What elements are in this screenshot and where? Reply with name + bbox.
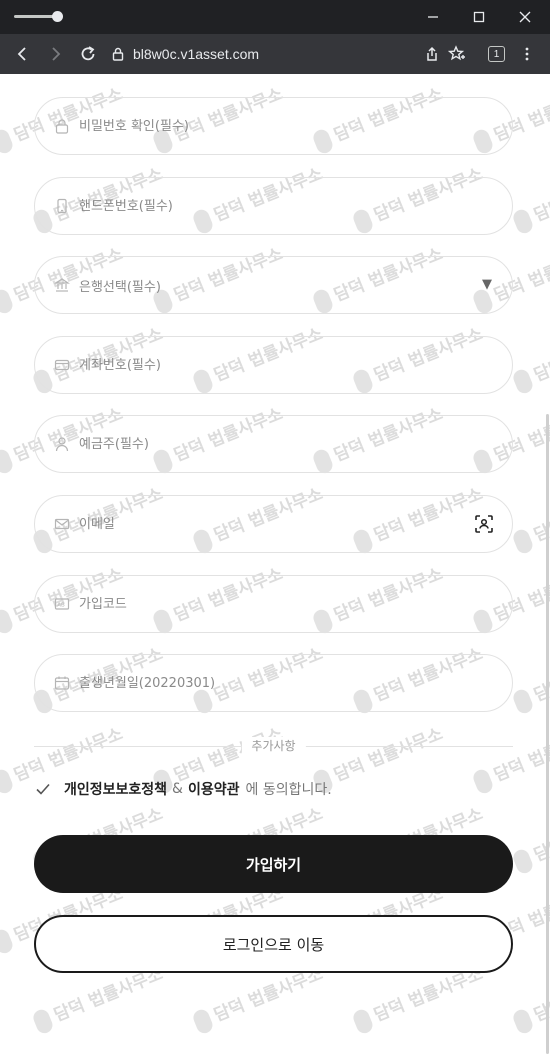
watermark-text: 담덕 법률사무소: [371, 964, 486, 1026]
watermark-seal-icon: [0, 767, 15, 796]
additional-section-divider: 추가사항: [34, 736, 513, 756]
bank-select[interactable]: 은행선택(필수) ▼: [34, 256, 513, 314]
watermark: 담덕 법률사무소: [510, 479, 550, 556]
signup-code-field[interactable]: AB: [34, 575, 513, 633]
mail-icon: [53, 515, 71, 533]
watermark: 담덕 법률사무소: [510, 959, 550, 1036]
watermark-seal-icon: [511, 1007, 535, 1036]
watermark-text: 담덕 법률사무소: [531, 164, 550, 226]
divider-label: 추가사항: [241, 737, 306, 754]
watermark-seal-icon: [191, 1007, 215, 1036]
watermark-seal-icon: [511, 207, 535, 236]
star-icon: [448, 45, 465, 61]
watermark-text: 담덕 법률사무소: [51, 964, 166, 1026]
triangle-down-icon: ▼: [482, 277, 492, 292]
close-icon: [519, 11, 531, 23]
watermark: 담덕 법률사무소: [510, 319, 550, 396]
email-input[interactable]: [79, 496, 479, 552]
minimize-button[interactable]: [410, 0, 456, 34]
card-icon: [53, 356, 71, 374]
page-scrollbar[interactable]: [546, 414, 549, 1054]
page-viewport: 담덕 법률사무소 담덕 법률사무소 담덕 법률사무소 담덕 법률사무소 담덕 법률사무소…: [0, 74, 550, 1061]
close-window-button[interactable]: [502, 0, 548, 34]
watermark: 담덕 법률사무소: [510, 159, 550, 236]
agreement-and: &: [172, 781, 183, 797]
face-scan-icon: [475, 515, 493, 533]
watermark-seal-icon: [511, 687, 535, 716]
back-button[interactable]: [6, 34, 40, 74]
watermark-seal-icon: [0, 287, 15, 316]
maximize-button[interactable]: [456, 0, 502, 34]
bank-select-value: 은행선택(필수): [79, 280, 161, 295]
signup-code-input[interactable]: [79, 576, 479, 632]
lock-icon: [53, 117, 71, 135]
more-vertical-icon: [525, 47, 529, 61]
watermark-seal-icon: [351, 1007, 375, 1036]
birthdate-field[interactable]: [34, 654, 513, 712]
password-confirm-input[interactable]: [79, 98, 479, 154]
person-icon: [53, 435, 71, 453]
svg-text:AB: AB: [57, 603, 65, 609]
menu-button[interactable]: [510, 34, 544, 74]
forward-button[interactable]: [38, 34, 72, 74]
birthdate-input[interactable]: [79, 655, 479, 711]
go-to-login-button[interactable]: 로그인으로 이동: [34, 915, 513, 973]
browser-address-bar: bl8w0c.v1asset.com 1: [0, 34, 550, 74]
watermark-text: 담덕 법률사무소: [531, 324, 550, 386]
watermark-seal-icon: [31, 1007, 55, 1036]
email-field[interactable]: [34, 495, 513, 553]
watermark-seal-icon: [0, 127, 15, 156]
watermark-seal-icon: [0, 607, 15, 636]
watermark-seal-icon: [0, 447, 15, 476]
code-icon: AB: [53, 595, 71, 613]
terms-link[interactable]: 이용약관: [188, 779, 240, 799]
url-text: bl8w0c.v1asset.com: [133, 46, 260, 62]
watermark-seal-icon: [511, 367, 535, 396]
password-confirm-field[interactable]: [34, 97, 513, 155]
url-field[interactable]: bl8w0c.v1asset.com: [112, 34, 259, 74]
reload-icon: [81, 46, 95, 61]
calendar-icon: [53, 674, 71, 692]
face-scan-button[interactable]: [474, 514, 494, 534]
tab-switcher-button[interactable]: 1: [488, 46, 505, 62]
watermark-seal-icon: [471, 767, 495, 796]
checkmark-icon: [36, 783, 50, 795]
agreement-suffix: 에 동의합니다.: [245, 782, 332, 798]
phone-icon: [53, 197, 71, 215]
bank-icon: [53, 276, 71, 294]
privacy-policy-link[interactable]: 개인정보보호정책: [64, 779, 167, 799]
watermark: 담덕 법률사무소: [510, 639, 550, 716]
browser-title-bar: [0, 0, 550, 34]
watermark-seal-icon: [0, 927, 15, 956]
account-holder-input[interactable]: [79, 416, 479, 472]
phone-field[interactable]: [34, 177, 513, 235]
minimize-icon: [428, 16, 438, 18]
agreement-checkbox[interactable]: [34, 780, 52, 798]
watermark: 담덕 법률사무소: [510, 799, 550, 876]
arrow-left-icon: [17, 47, 26, 61]
bookmark-button[interactable]: [440, 34, 474, 74]
phone-input[interactable]: [79, 178, 479, 234]
account-number-field[interactable]: [34, 336, 513, 394]
share-icon: [427, 46, 437, 61]
reload-button[interactable]: [71, 34, 105, 74]
watermark: 담덕 법률사무소: [470, 719, 550, 796]
arrow-right-icon: [52, 47, 61, 61]
lock-icon: [112, 47, 124, 61]
watermark-seal-icon: [511, 527, 535, 556]
watermark-text: 담덕 법률사무소: [211, 964, 326, 1026]
agreement-row: 개인정보보호정책 & 이용약관 에 동의합니다.: [34, 778, 332, 800]
account-holder-field[interactable]: [34, 415, 513, 473]
maximize-icon: [473, 11, 485, 23]
watermark-seal-icon: [511, 847, 535, 876]
account-number-input[interactable]: [79, 337, 479, 393]
signup-button[interactable]: 가입하기: [34, 835, 513, 893]
zoom-slider-knob[interactable]: [52, 11, 63, 22]
